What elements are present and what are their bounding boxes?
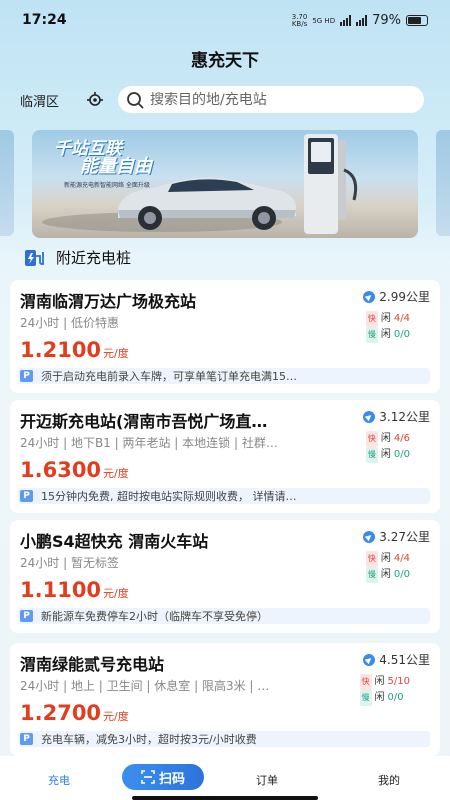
page-title: 惠充天下 — [191, 51, 259, 71]
slow-count: 0/0 — [387, 692, 404, 703]
station-name: 渭南绿能贰号充电站 — [20, 655, 165, 674]
network-type: 5G HD — [312, 16, 336, 25]
fast-count: 4/6 — [393, 433, 410, 444]
signal-icon — [340, 15, 352, 26]
status-bar: 17:24 3.70 KB/s 5G HD 79% — [0, 0, 450, 40]
station-card[interactable]: 小鹏S4超快充 渭南火车站 3.27公里 24小时 | 暂无标签 快闲 4/4 慢… — [10, 520, 440, 633]
signal-icon-2 — [356, 15, 368, 26]
station-price: 1.1100 元/度 — [20, 578, 129, 602]
status-time: 17:24 — [22, 12, 67, 28]
network-speed: 3.70 KB/s — [291, 12, 308, 28]
region-selector[interactable]: 临渭区 — [20, 91, 59, 110]
banner-title: 千站互联 能量自由 — [54, 139, 152, 177]
battery-percent: 79% — [372, 13, 401, 28]
fast-badge: 快 — [365, 311, 378, 327]
station-distance[interactable]: 3.12公里 — [363, 408, 430, 425]
tab-mine[interactable]: 我的 — [378, 772, 400, 788]
search-box[interactable] — [118, 86, 424, 113]
fast-count: 4/4 — [393, 313, 410, 324]
scan-button[interactable]: 扫码 — [122, 764, 204, 790]
station-slots: 快闲 4/4 慢闲 0/0 — [365, 551, 410, 583]
fast-count: 5/10 — [387, 676, 410, 687]
station-distance[interactable]: 2.99公里 — [363, 288, 430, 305]
battery-icon — [406, 15, 428, 26]
slow-badge: 慢 — [365, 447, 378, 463]
search-icon — [127, 91, 144, 108]
tab-orders[interactable]: 订单 — [256, 772, 278, 788]
parking-icon: P — [20, 490, 33, 502]
station-name: 小鹏S4超快充 渭南火车站 — [20, 532, 209, 551]
station-name: 渭南临渭万达广场极充站 — [20, 292, 197, 311]
status-icons: 3.70 KB/s 5G HD 79% — [292, 13, 428, 28]
banner-next-slide[interactable] — [436, 130, 450, 236]
slow-badge: 慢 — [365, 327, 378, 343]
locate-icon[interactable] — [86, 91, 104, 109]
tab-charge[interactable]: 充电 — [48, 772, 70, 788]
section-title: 附近充电桩 — [56, 249, 132, 267]
navigate-icon — [363, 290, 376, 303]
banner-subtitle: 新能源充电新智能网络 全面升级 — [64, 182, 150, 189]
station-slots: 快闲 5/10 慢闲 0/0 — [359, 674, 410, 706]
banner-slide[interactable]: 千站互联 能量自由 新能源充电新智能网络 全面升级 — [32, 130, 418, 238]
station-card[interactable]: 开迈斯充电站(渭南市吾悦广场直… 3.12公里 24小时 | 地下B1 | 两年… — [10, 400, 440, 513]
fast-badge: 快 — [365, 551, 378, 567]
station-tags: 24小时 | 地上 | 卫生间 | 休息室 | 限高3米 | … — [20, 679, 270, 693]
station-card[interactable]: 渭南临渭万达广场极充站 2.99公里 24小时 | 低价特惠 快闲 4/4 慢闲0… — [10, 280, 440, 393]
slow-count: 0/0 — [393, 569, 410, 580]
fast-badge: 快 — [365, 431, 378, 447]
search-row: 临渭区 — [0, 86, 450, 114]
station-note: P 15分钟内免费, 超时按电站实际规则收费， 详情请… — [18, 488, 430, 504]
station-card[interactable]: 渭南绿能贰号充电站 4.51公里 24小时 | 地上 | 卫生间 | 休息室 |… — [10, 643, 440, 756]
slow-count: 0/0 — [393, 329, 410, 340]
station-note: P 须于启动充电前录入车牌，可享单笔订单充电满15… — [18, 368, 430, 384]
parking-icon: P — [20, 370, 33, 382]
station-distance[interactable]: 4.51公里 — [363, 651, 430, 668]
navigate-icon — [363, 410, 376, 423]
slow-badge: 慢 — [359, 690, 372, 706]
station-price: 1.2700 元/度 — [20, 701, 129, 725]
parking-icon: P — [20, 733, 33, 745]
station-note: P 充电车辆，减免3小时，超时按3元/小时收费 — [18, 731, 430, 747]
nearby-section-header: 附近充电桩 — [24, 247, 131, 268]
parking-icon: P — [20, 610, 33, 622]
navigate-icon — [363, 530, 376, 543]
bottom-tab-bar: 充电 扫码 订单 我的 — [0, 756, 450, 800]
home-indicator — [132, 796, 318, 800]
station-name: 开迈斯充电站(渭南市吾悦广场直… — [20, 412, 268, 431]
scan-icon — [141, 770, 155, 784]
slow-badge: 慢 — [365, 567, 378, 583]
station-slots: 快闲 4/4 慢闲 0/0 — [365, 311, 410, 343]
slow-count: 0/0 — [393, 449, 410, 460]
search-input[interactable] — [150, 91, 410, 108]
station-tags: 24小时 | 暂无标签 — [20, 556, 119, 570]
charging-pile-icon — [25, 249, 44, 266]
station-note: P 新能源车免费停车2小时（临牌车不享受免停） — [18, 608, 430, 624]
banner-prev-slide[interactable] — [0, 130, 14, 236]
fast-badge: 快 — [359, 674, 372, 690]
station-distance[interactable]: 3.27公里 — [363, 528, 430, 545]
navigate-icon — [363, 653, 376, 666]
station-price: 1.2100 元/度 — [20, 338, 129, 362]
station-tags: 24小时 | 低价特惠 — [20, 316, 119, 330]
station-slots: 快闲 4/6 慢闲 0/0 — [365, 431, 410, 463]
banner-carousel[interactable]: 千站互联 能量自由 新能源充电新智能网络 全面升级 — [0, 130, 450, 238]
station-price: 1.6300 元/度 — [20, 458, 129, 482]
station-tags: 24小时 | 地下B1 | 两年老站 | 本地连锁 | 社群… — [20, 436, 278, 450]
fast-count: 4/4 — [393, 553, 410, 564]
